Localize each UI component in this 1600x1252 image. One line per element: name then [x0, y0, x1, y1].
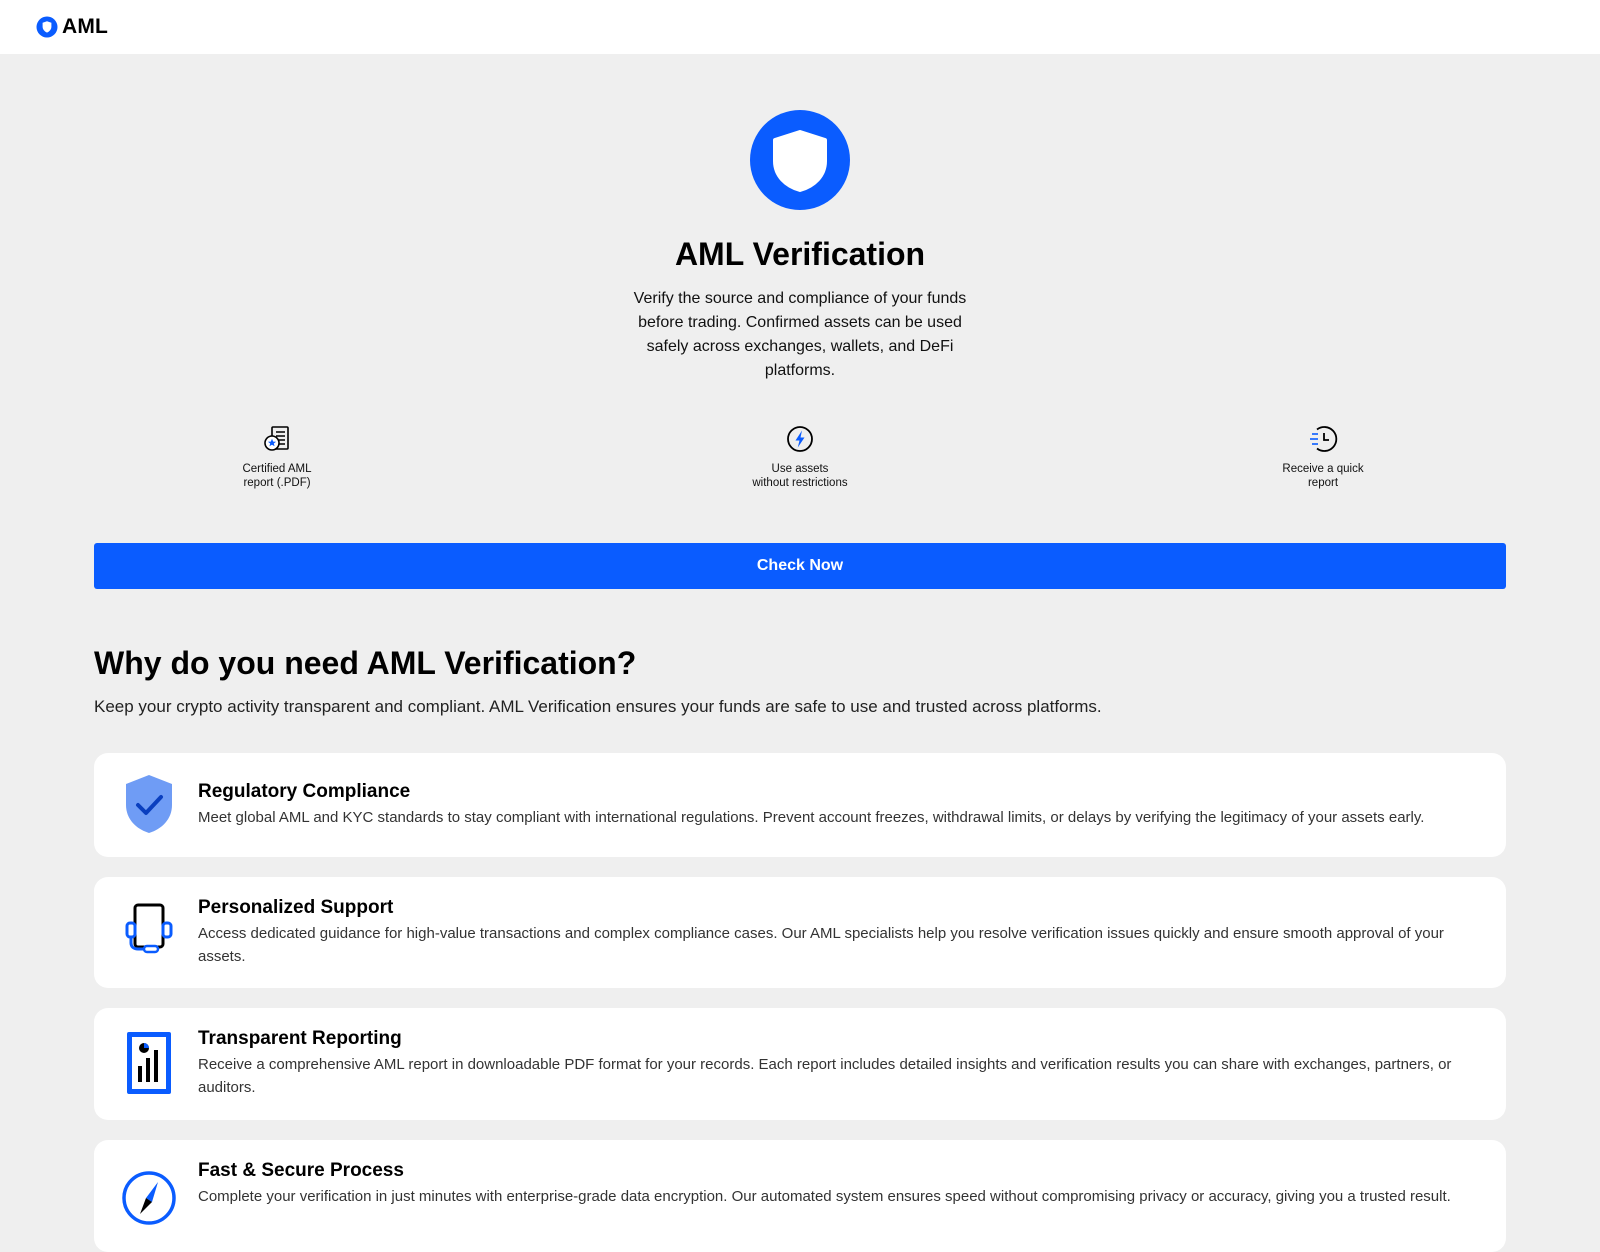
section-description: Keep your crypto activity transparent an… — [94, 697, 1102, 716]
certificate-report-icon — [264, 426, 289, 451]
card-personalized-support: Personalized Support Access dedicated gu… — [94, 877, 1506, 988]
feature-certified-report: Certified AML report (.PDF) — [197, 424, 357, 490]
feature-use-assets: Use assets without restrictions — [720, 424, 880, 490]
feature-label: Use assets without restrictions — [752, 463, 848, 489]
card-title: Regulatory Compliance — [198, 781, 411, 802]
brand-logo[interactable]: AML — [36, 15, 108, 39]
shield-logo-icon — [36, 16, 58, 38]
card-text: Meet global AML and KYC standards to sta… — [198, 809, 1425, 826]
card-title: Transparent Reporting — [198, 1028, 402, 1049]
shield-check-icon — [126, 775, 172, 833]
fast-clock-icon — [1310, 426, 1338, 452]
report-chart-icon — [127, 1032, 171, 1094]
shield-icon — [750, 110, 850, 210]
lightning-icon — [787, 426, 813, 452]
check-now-button[interactable]: Check Now — [94, 543, 1506, 589]
card-text: Complete your verification in just minut… — [198, 1188, 1451, 1205]
feature-quick-report: Receive a quick report — [1243, 424, 1403, 490]
card-text: Access dedicated guidance for high-value… — [198, 925, 1444, 965]
headset-support-icon — [125, 903, 173, 954]
card-transparent-reporting: Transparent Reporting Receive a comprehe… — [94, 1008, 1506, 1120]
compass-icon — [122, 1171, 176, 1225]
card-text: Receive a comprehensive AML report in do… — [198, 1056, 1452, 1096]
hero-description: Verify the source and compliance of your… — [633, 290, 967, 379]
page-title: AML Verification — [674, 236, 926, 272]
section-title: Why do you need AML Verification? — [94, 645, 637, 681]
top-navbar: AML — [0, 0, 1600, 54]
card-title: Fast & Secure Process — [198, 1160, 404, 1181]
card-fast-secure-process: Fast & Secure Process Complete your veri… — [94, 1140, 1506, 1252]
feature-label: Certified AML report (.PDF) — [242, 463, 312, 489]
card-regulatory-compliance: Regulatory Compliance Meet global AML an… — [94, 753, 1506, 857]
brand-name: AML — [62, 15, 109, 38]
feature-label: Receive a quick report — [1282, 463, 1364, 489]
card-title: Personalized Support — [198, 897, 394, 918]
